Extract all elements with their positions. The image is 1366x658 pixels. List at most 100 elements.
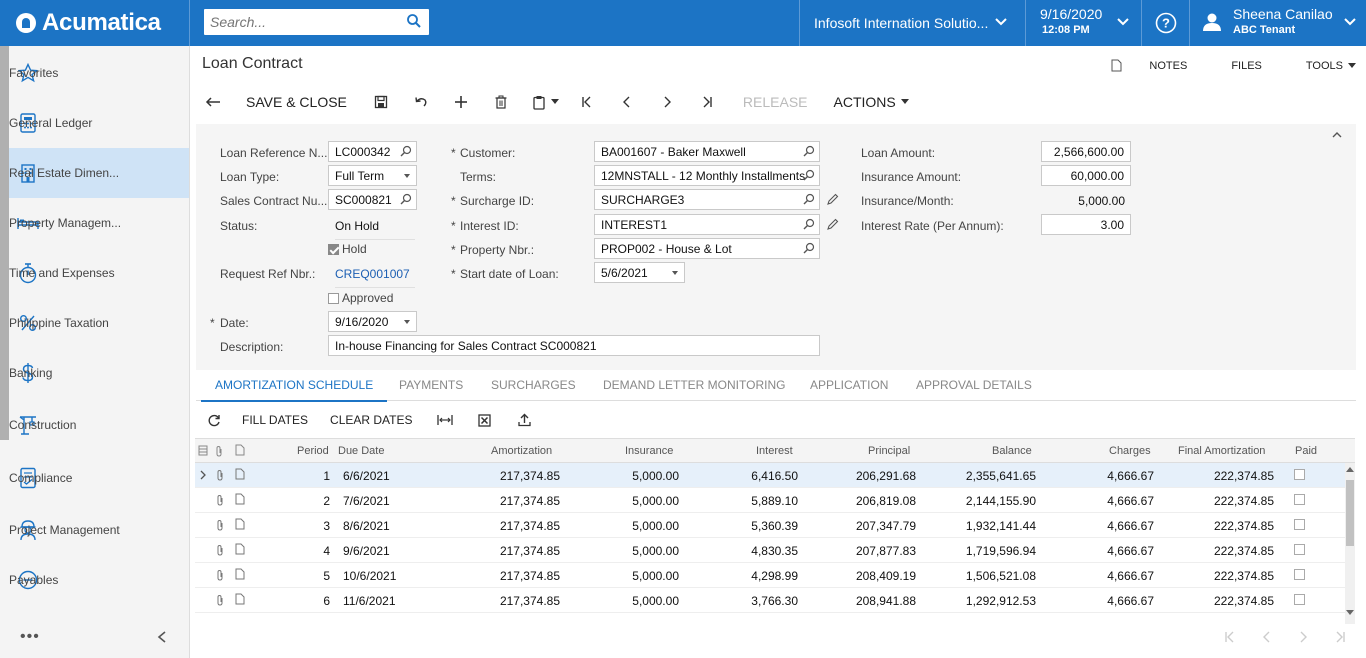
refresh-button[interactable] — [202, 409, 226, 431]
column-header-interest[interactable]: Interest — [756, 445, 793, 457]
actions-menu[interactable]: ACTIONS — [834, 91, 909, 113]
cell-principal[interactable]: 206,819.08 — [856, 494, 916, 508]
add-button[interactable] — [449, 91, 473, 113]
cell-principal[interactable]: 206,291.68 — [856, 469, 916, 483]
cell-charges[interactable]: 4,666.67 — [1107, 544, 1154, 558]
checkbox-checked[interactable] — [328, 243, 339, 255]
cell-insurance[interactable]: 5,000.00 — [632, 594, 679, 608]
grid-scrollbar[interactable] — [1345, 463, 1355, 624]
company-selector[interactable]: Infosoft Internation Solutio... — [799, 0, 1025, 46]
property-field[interactable]: PROP002 - House & Lot — [594, 238, 820, 259]
previous-record-button[interactable] — [615, 91, 639, 113]
note-icon[interactable] — [235, 593, 245, 605]
attachment-icon[interactable] — [216, 569, 224, 581]
copy-paste-menu[interactable] — [529, 91, 563, 113]
cell-insurance[interactable]: 5,000.00 — [632, 469, 679, 483]
cell-due-date[interactable]: 11/6/2021 — [343, 594, 396, 608]
cell-charges[interactable]: 4,666.67 — [1107, 469, 1154, 483]
cell-charges[interactable]: 4,666.67 — [1107, 519, 1154, 533]
cell-principal[interactable]: 208,409.19 — [856, 569, 916, 583]
sidebar-scrollbar[interactable] — [0, 46, 9, 440]
cell-final-amortization[interactable]: 222,374.85 — [1214, 469, 1274, 483]
help-button[interactable]: ? — [1141, 0, 1190, 46]
collapse-sidebar-icon[interactable] — [156, 630, 168, 644]
cell-principal[interactable]: 208,941.88 — [856, 594, 916, 608]
cell-final-amortization[interactable]: 222,374.85 — [1214, 494, 1274, 508]
cell-interest[interactable]: 4,830.35 — [751, 544, 798, 558]
fill-dates-button[interactable]: FILL DATES — [242, 409, 308, 431]
paid-checkbox[interactable] — [1294, 469, 1305, 480]
sidebar-item-compliance[interactable]: Compliance — [9, 453, 189, 503]
cell-period[interactable]: 1 — [323, 469, 330, 483]
cell-period[interactable]: 4 — [323, 544, 330, 558]
cell-interest[interactable]: 5,889.10 — [751, 494, 798, 508]
request-ref-link[interactable]: CREQ001007 — [335, 267, 415, 288]
date-field[interactable]: 9/16/2020 — [328, 311, 417, 332]
cell-balance[interactable]: 1,292,912.53 — [966, 594, 1036, 608]
tab-surcharges[interactable]: SURCHARGES — [491, 378, 576, 392]
hold-checkbox[interactable]: Hold — [328, 242, 367, 256]
fit-columns-button[interactable] — [433, 409, 457, 431]
cell-charges[interactable]: 4,666.67 — [1107, 594, 1154, 608]
search-icon[interactable] — [803, 242, 815, 254]
search-icon[interactable] — [406, 13, 422, 29]
first-page-icon[interactable] — [1224, 631, 1236, 643]
clear-dates-button[interactable]: CLEAR DATES — [330, 409, 412, 431]
column-header-balance[interactable]: Balance — [992, 445, 1032, 457]
cell-period[interactable]: 6 — [323, 594, 330, 608]
cell-balance[interactable]: 2,355,641.65 — [966, 469, 1036, 483]
paid-checkbox[interactable] — [1294, 519, 1305, 530]
cell-period[interactable]: 5 — [323, 569, 330, 583]
approved-checkbox[interactable]: Approved — [328, 291, 393, 305]
attachment-icon[interactable] — [216, 519, 224, 531]
cell-due-date[interactable]: 8/6/2021 — [343, 519, 390, 533]
cell-insurance[interactable]: 5,000.00 — [632, 544, 679, 558]
column-header-paid[interactable]: Paid — [1295, 445, 1317, 457]
interest-rate-field[interactable]: 3.00 — [1041, 214, 1131, 235]
tools-menu[interactable]: TOOLS — [1284, 59, 1356, 72]
loan-ref-field[interactable]: LC000342 — [328, 141, 417, 162]
sidebar-item-payables[interactable]: Payables — [9, 555, 189, 605]
customer-field[interactable]: BA001607 - Baker Maxwell — [594, 141, 820, 162]
cell-amortization[interactable]: 217,374.85 — [500, 544, 560, 558]
search-icon[interactable] — [803, 145, 815, 157]
delete-button[interactable] — [489, 91, 513, 113]
table-row[interactable]: 1 6/6/2021 217,374.85 5,000.00 6,416.50 206,2… — [195, 463, 1345, 488]
search-input[interactable] — [204, 9, 394, 35]
back-button[interactable] — [202, 91, 224, 113]
cell-due-date[interactable]: 10/6/2021 — [343, 569, 396, 583]
tab-application[interactable]: APPLICATION — [810, 378, 888, 392]
business-date-selector[interactable]: 9/16/2020 12:08 PM — [1025, 0, 1141, 46]
note-icon[interactable] — [235, 568, 245, 580]
cell-balance[interactable]: 1,719,596.94 — [966, 544, 1036, 558]
first-record-button[interactable] — [575, 91, 599, 113]
cell-due-date[interactable]: 7/6/2021 — [343, 494, 390, 508]
sidebar-item-project-management[interactable]: Project Management — [9, 505, 189, 555]
cell-balance[interactable]: 1,932,141.44 — [966, 519, 1036, 533]
search-icon[interactable] — [400, 145, 412, 157]
cell-final-amortization[interactable]: 222,374.85 — [1214, 519, 1274, 533]
export-excel-button[interactable] — [473, 409, 497, 431]
cell-final-amortization[interactable]: 222,374.85 — [1214, 569, 1274, 583]
paid-checkbox[interactable] — [1294, 569, 1305, 580]
files-link[interactable]: FILES — [1209, 59, 1262, 72]
note-icon[interactable] — [235, 543, 245, 555]
cell-period[interactable]: 3 — [323, 519, 330, 533]
table-row[interactable]: 6 11/6/2021 217,374.85 5,000.00 3,766.30 208,… — [195, 588, 1345, 613]
cell-balance[interactable]: 1,506,521.08 — [966, 569, 1036, 583]
search-box[interactable] — [204, 9, 429, 35]
notes-link[interactable]: NOTES — [1110, 59, 1187, 72]
cell-amortization[interactable]: 217,374.85 — [500, 519, 560, 533]
tab-amortization-schedule[interactable]: AMORTIZATION SCHEDULE — [200, 378, 388, 402]
start-date-field[interactable]: 5/6/2021 — [594, 262, 685, 283]
attachment-icon[interactable] — [216, 494, 224, 506]
attachment-icon[interactable] — [216, 594, 224, 606]
cell-insurance[interactable]: 5,000.00 — [632, 569, 679, 583]
release-button[interactable]: RELEASE — [741, 91, 810, 113]
prev-page-icon[interactable] — [1262, 631, 1272, 643]
cell-amortization[interactable]: 217,374.85 — [500, 569, 560, 583]
search-icon[interactable] — [803, 218, 815, 230]
sidebar-item-philippine-taxation[interactable]: Philippine Taxation — [9, 298, 189, 348]
tab-payments[interactable]: PAYMENTS — [399, 378, 463, 392]
cell-final-amortization[interactable]: 222,374.85 — [1214, 544, 1274, 558]
